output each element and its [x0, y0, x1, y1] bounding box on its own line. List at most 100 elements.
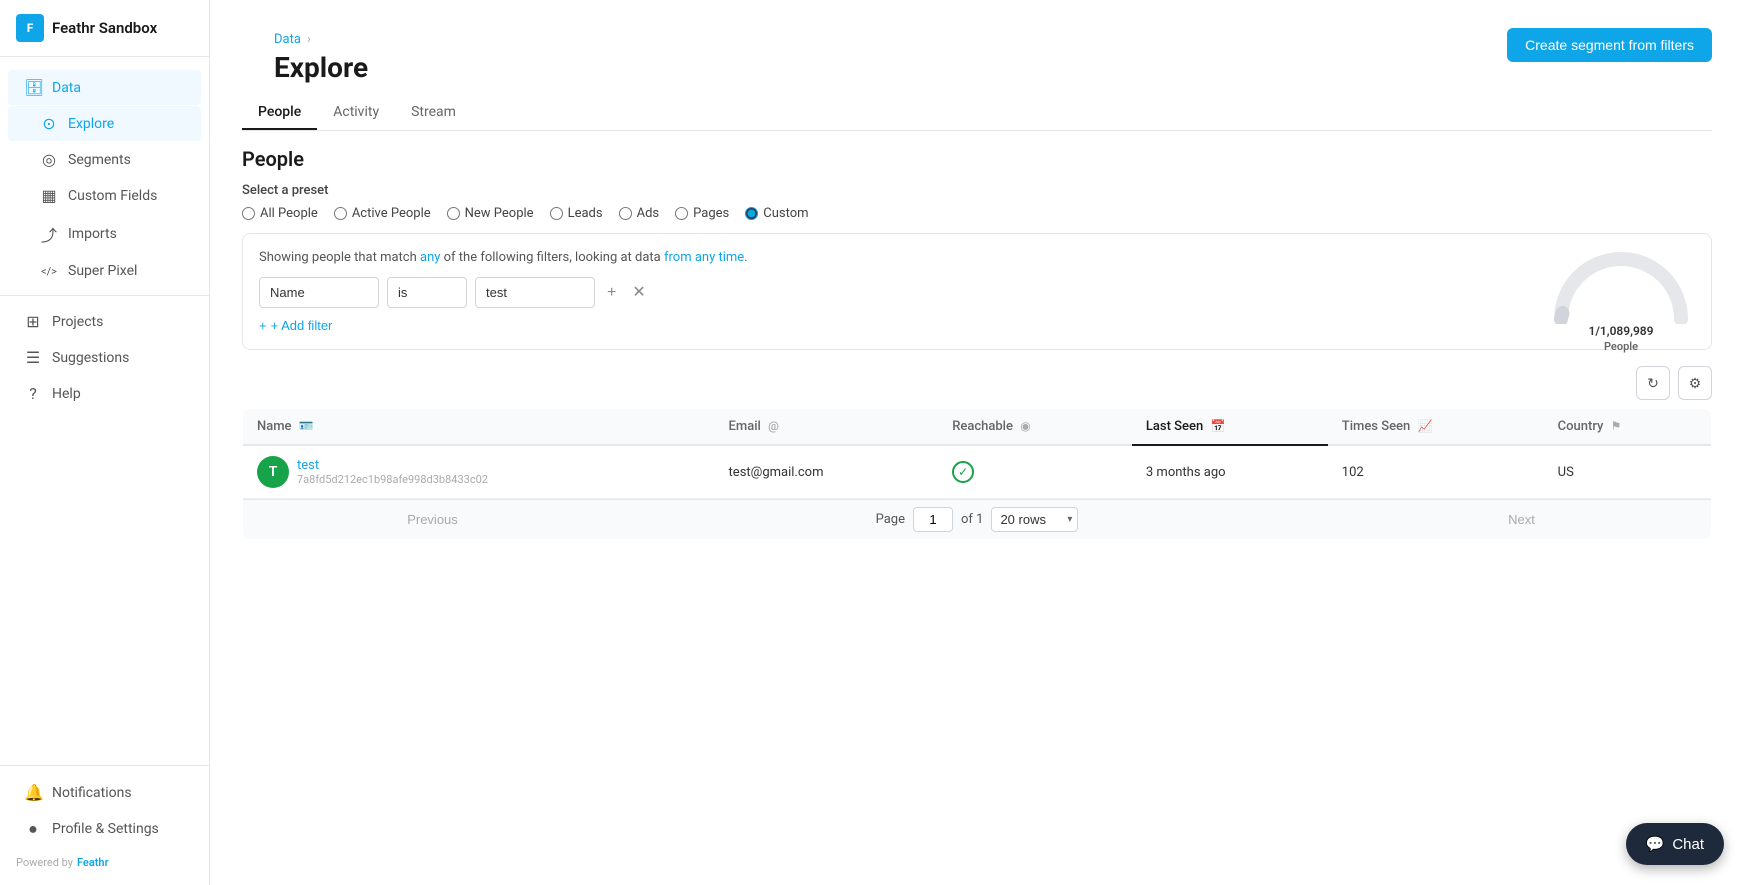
sidebar-profile-label: Profile & Settings — [52, 821, 159, 837]
col-times-seen: Times Seen 📈 — [1328, 409, 1544, 446]
sidebar-item-notifications[interactable]: 🔔 Notifications — [8, 775, 201, 810]
sidebar-item-segments[interactable]: ◎ Segments — [8, 142, 201, 177]
preset-leads[interactable]: Leads — [550, 206, 603, 221]
filter-add-condition-button[interactable]: + — [603, 281, 620, 305]
sidebar-custom-fields-label: Custom Fields — [68, 188, 157, 204]
cell-email: test@gmail.com — [715, 445, 939, 499]
previous-button[interactable]: Previous — [243, 500, 622, 539]
pagination: Previous Page of 1 20 rows 50 rows 100 r — [243, 499, 1711, 539]
next-button[interactable]: Next — [1332, 500, 1711, 539]
avatar: T — [257, 456, 289, 488]
gauge-chart: 1/1,089,989 People — [1551, 244, 1691, 354]
person-name-link[interactable]: test — [297, 458, 319, 473]
cell-name: T test 7a8fd5d212ec1b98afe998d3b8433c02 — [243, 445, 715, 499]
sidebar-explore-label: Explore — [68, 116, 114, 132]
filter-any-link[interactable]: any — [420, 250, 440, 265]
logo-icon: F — [16, 14, 44, 42]
people-section-title: People — [242, 147, 1712, 171]
sidebar-item-custom-fields[interactable]: ▦ Custom Fields — [8, 178, 201, 213]
cell-reachable: ✓ — [938, 445, 1132, 499]
sidebar-item-projects[interactable]: ⊞ Projects — [8, 304, 201, 339]
logo-text: Feathr Sandbox — [52, 19, 157, 37]
tabs-bar: People Activity Stream — [210, 84, 1744, 130]
sidebar-item-super-pixel[interactable]: </> Super Pixel — [8, 255, 201, 287]
person-country: US — [1558, 465, 1574, 480]
rows-per-page-select[interactable]: 20 rows 50 rows 100 rows — [991, 507, 1078, 532]
cell-last-seen: 3 months ago — [1132, 445, 1328, 499]
people-table: Name 🪪 Email @ Reachable ◉ Last Seen 📅 T… — [242, 408, 1712, 540]
header-area: Data › Explore Create segment from filte… — [210, 0, 1744, 84]
page-title: Explore — [242, 47, 400, 84]
custom-fields-icon: ▦ — [40, 186, 58, 205]
notifications-icon: 🔔 — [24, 783, 42, 802]
add-filter-button[interactable]: + + Add filter — [259, 318, 332, 333]
preset-ads[interactable]: Ads — [619, 206, 660, 221]
tab-activity[interactable]: Activity — [317, 96, 395, 130]
sidebar-item-suggestions[interactable]: ☰ Suggestions — [8, 340, 201, 375]
table-body: T test 7a8fd5d212ec1b98afe998d3b8433c02 … — [243, 445, 1712, 540]
super-pixel-icon: </> — [40, 265, 58, 278]
sidebar-item-data[interactable]: 🗄 Data — [8, 70, 201, 105]
page-input[interactable] — [913, 507, 953, 532]
refresh-button[interactable]: ↻ — [1636, 366, 1670, 400]
preset-active-people[interactable]: Active People — [334, 206, 431, 221]
breadcrumb: Data › — [242, 16, 400, 47]
filter-time-link[interactable]: from any time — [664, 250, 744, 265]
header-left: Data › Explore — [242, 16, 400, 84]
sidebar-section-data: 🗄 Data ⊙ Explore ◎ Segments ▦ Custom Fie… — [0, 70, 209, 287]
table-controls: ↻ ⚙ — [242, 366, 1712, 400]
person-last-seen: 3 months ago — [1146, 465, 1226, 480]
sidebar-notifications-label: Notifications — [52, 785, 132, 801]
preset-custom[interactable]: Custom — [745, 206, 808, 221]
suggestions-icon: ☰ — [24, 348, 42, 367]
reachable-col-icon: ◉ — [1020, 419, 1030, 433]
tab-people[interactable]: People — [242, 96, 317, 130]
database-icon: 🗄 — [24, 78, 42, 97]
sidebar-nav: 🗄 Data ⊙ Explore ◎ Segments ▦ Custom Fie… — [0, 57, 209, 765]
col-email: Email @ — [715, 409, 939, 446]
sidebar-powered-by: Powered by Feathr — [0, 848, 209, 877]
chat-icon: 💬 — [1646, 835, 1665, 853]
page-label: Page — [876, 512, 905, 527]
preset-new-people[interactable]: New People — [447, 206, 534, 221]
sidebar-item-imports[interactable]: ⤴ Imports — [8, 214, 201, 254]
settings-button[interactable]: ⚙ — [1678, 366, 1712, 400]
filter-value-input[interactable] — [475, 277, 595, 308]
preset-all-people[interactable]: All People — [242, 206, 318, 221]
tab-stream[interactable]: Stream — [395, 96, 472, 130]
times-seen-col-icon: 📈 — [1417, 419, 1432, 433]
sidebar-logo[interactable]: F Feathr Sandbox — [0, 0, 209, 57]
sidebar-projects-label: Projects — [52, 314, 103, 330]
imports-icon: ⤴ — [40, 222, 58, 246]
col-country: Country ⚑ — [1544, 409, 1712, 446]
rows-per-page-wrap: 20 rows 50 rows 100 rows — [991, 507, 1078, 532]
create-segment-button[interactable]: Create segment from filters — [1507, 28, 1712, 62]
preset-label: Select a preset — [242, 183, 1712, 198]
sidebar-powered-brand: Feathr — [77, 856, 109, 869]
filter-field-input[interactable] — [259, 277, 379, 308]
sidebar-item-help[interactable]: ? Help — [8, 376, 201, 411]
breadcrumb-separator: › — [307, 32, 311, 47]
cell-country: US — [1544, 445, 1712, 499]
filter-operator-input[interactable] — [387, 277, 467, 308]
preset-pages[interactable]: Pages — [675, 206, 729, 221]
sidebar-data-label: Data — [52, 80, 81, 96]
gauge-svg — [1551, 244, 1691, 324]
sidebar-segments-label: Segments — [68, 152, 131, 168]
filter-remove-button[interactable]: ✕ — [628, 281, 649, 305]
table-header: Name 🪪 Email @ Reachable ◉ Last Seen 📅 T… — [243, 409, 1712, 446]
main-content: Data › Explore Create segment from filte… — [210, 0, 1744, 885]
person-email: test@gmail.com — [729, 465, 824, 480]
segments-icon: ◎ — [40, 150, 58, 169]
name-info: test 7a8fd5d212ec1b98afe998d3b8433c02 — [297, 458, 488, 486]
chat-label: Chat — [1672, 836, 1704, 853]
col-name: Name 🪪 — [243, 409, 715, 446]
page-of-label: of 1 — [961, 512, 983, 527]
explore-icon: ⊙ — [40, 114, 58, 133]
sidebar-item-profile[interactable]: ● Profile & Settings — [8, 811, 201, 847]
breadcrumb-data[interactable]: Data — [274, 32, 301, 47]
last-seen-col-icon: 📅 — [1210, 419, 1225, 433]
sidebar-item-explore[interactable]: ⊙ Explore — [8, 106, 201, 141]
chat-button[interactable]: 💬 Chat — [1626, 823, 1724, 865]
col-last-seen[interactable]: Last Seen 📅 — [1132, 409, 1328, 446]
